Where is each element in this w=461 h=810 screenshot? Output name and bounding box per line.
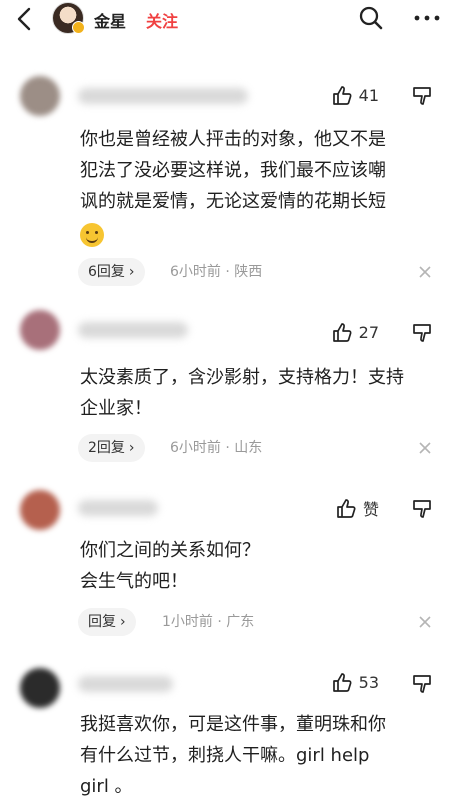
back-icon[interactable] <box>10 4 40 34</box>
comment-text: 我挺喜欢你，可是这件事，董明珠和你 有什么过节，刺挠人干嘛。girl help … <box>80 709 435 802</box>
comment-line: 你们之间的关系如何？ <box>80 540 260 561</box>
comment-line: 犯法了没必要这样说，我们最不应该嘲 <box>80 160 386 181</box>
thumb-down-icon[interactable] <box>410 321 434 345</box>
comment-location: 广东 <box>226 614 255 630</box>
thumb-down-icon[interactable] <box>410 84 434 108</box>
like-count: 27 <box>358 322 379 342</box>
top-bar: 金星 关注 <box>0 0 461 40</box>
thumb-up-icon <box>332 673 352 692</box>
verified-badge-icon <box>72 21 85 34</box>
comment-line: 讽的就是爱情，无论这爱情的花期长短 <box>80 191 386 212</box>
thumb-up-icon <box>337 499 356 518</box>
author-name[interactable]: 金星 <box>94 8 126 32</box>
comment-line: 企业家！ <box>80 398 152 419</box>
like-count: 41 <box>358 85 379 105</box>
comment-meta: 6小时前 · 山东 <box>170 434 262 462</box>
thumb-down-icon[interactable] <box>410 497 434 521</box>
comment-time: 1小时前 <box>162 614 213 630</box>
comment-line: 有什么过节，刺挠人干嘛。girl help <box>80 745 370 766</box>
like-button[interactable]: 41 <box>331 84 379 106</box>
comment-line: 会生气的吧！ <box>80 571 188 592</box>
separator: · <box>225 440 230 456</box>
more-options-icon[interactable] <box>412 5 442 31</box>
reply-count-button[interactable]: 6回复 › <box>78 258 145 286</box>
commenter-avatar[interactable] <box>20 76 60 116</box>
comment-line: girl 。 <box>80 776 133 797</box>
close-icon[interactable] <box>418 265 432 279</box>
commenter-avatar[interactable] <box>20 310 60 350</box>
reply-count-button[interactable]: 2回复 › <box>78 434 145 462</box>
reply-button[interactable]: 回复 › <box>78 608 136 636</box>
like-label: 赞 <box>362 500 379 519</box>
comment-text: 你们之间的关系如何？ 会生气的吧！ <box>80 535 435 597</box>
commenter-avatar[interactable] <box>20 490 60 530</box>
comment-line: 你也是曾经被人抨击的对象，他又不是 <box>80 129 386 150</box>
chevron-right-icon: › <box>128 264 135 280</box>
commenter-avatar[interactable] <box>20 668 60 708</box>
reply-count: 6回复 <box>88 264 125 280</box>
comment-time: 6小时前 <box>170 440 221 456</box>
reply-label: 回复 <box>88 614 116 630</box>
comment-time: 6小时前 <box>170 264 221 280</box>
commenter-name-blurred <box>78 676 173 692</box>
commenter-name-blurred <box>78 500 158 516</box>
close-icon[interactable] <box>418 615 432 629</box>
comment-text: 太没素质了，含沙影射，支持格力！支持 企业家！ <box>80 362 435 424</box>
close-icon[interactable] <box>418 441 432 455</box>
comment-line: 太没素质了，含沙影射，支持格力！支持 <box>80 367 404 388</box>
chevron-right-icon: › <box>128 440 135 456</box>
comment-meta: 1小时前 · 广东 <box>162 608 254 636</box>
chevron-right-icon: › <box>120 614 126 630</box>
separator: · <box>225 264 230 280</box>
search-icon[interactable] <box>358 5 384 31</box>
like-count: 53 <box>358 672 379 692</box>
commenter-name-blurred <box>78 88 248 104</box>
thumb-up-icon <box>332 86 352 105</box>
comment-meta: 6小时前 · 陕西 <box>170 258 262 286</box>
like-button[interactable]: 27 <box>331 321 379 343</box>
separator: · <box>217 614 222 630</box>
like-button[interactable]: 53 <box>331 671 379 693</box>
thumb-up-icon <box>332 323 352 342</box>
thumb-down-icon[interactable] <box>410 672 434 696</box>
follow-button[interactable]: 关注 <box>146 8 178 32</box>
comment-text: 你也是曾经被人抨击的对象，他又不是 犯法了没必要这样说，我们最不应该嘲 讽的就是… <box>80 124 435 248</box>
comment-line: 我挺喜欢你，可是这件事，董明珠和你 <box>80 714 386 735</box>
comment-location: 陕西 <box>234 264 263 280</box>
commenter-name-blurred <box>78 322 188 338</box>
smile-emoji-icon <box>80 222 104 247</box>
like-button[interactable]: 赞 <box>335 496 379 520</box>
comment-location: 山东 <box>234 440 263 456</box>
reply-count: 2回复 <box>88 440 125 456</box>
